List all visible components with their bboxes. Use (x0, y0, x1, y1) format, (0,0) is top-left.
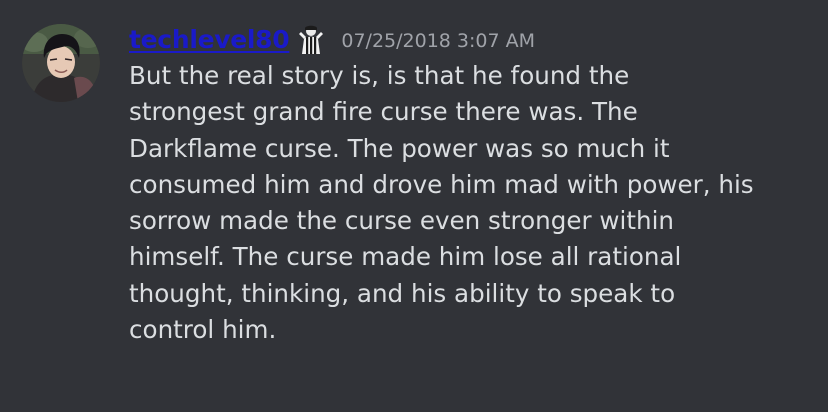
message-line: consumed him and drove him mad with powe… (129, 169, 754, 199)
message-header: techlevel80 07/25/2018 3:07 AM (129, 21, 535, 57)
message-line: himself. The curse made him lose all rat… (129, 242, 682, 272)
message-line: sorrow made the curse even stronger with… (129, 206, 674, 236)
author-avatar[interactable] (22, 24, 100, 102)
message-timestamp[interactable]: 07/25/2018 3:07 AM (341, 30, 535, 52)
message-line: control him. (129, 315, 277, 345)
avatar-image (22, 24, 100, 102)
message-line: But the real story is, is that he found … (129, 61, 630, 90)
referee-icon[interactable] (296, 24, 326, 54)
message-line: Darkflame curse. The power was so much i… (129, 133, 670, 163)
message-line: thought, thinking, and his ability to sp… (129, 278, 676, 308)
message-line: strongest grand fire curse there was. Th… (129, 97, 638, 127)
author-username[interactable]: techlevel80 (129, 25, 290, 54)
message-content: But the real story is, is that he found … (129, 58, 809, 348)
chat-message: techlevel80 07/25/2018 3:07 AM But the r… (0, 0, 828, 412)
